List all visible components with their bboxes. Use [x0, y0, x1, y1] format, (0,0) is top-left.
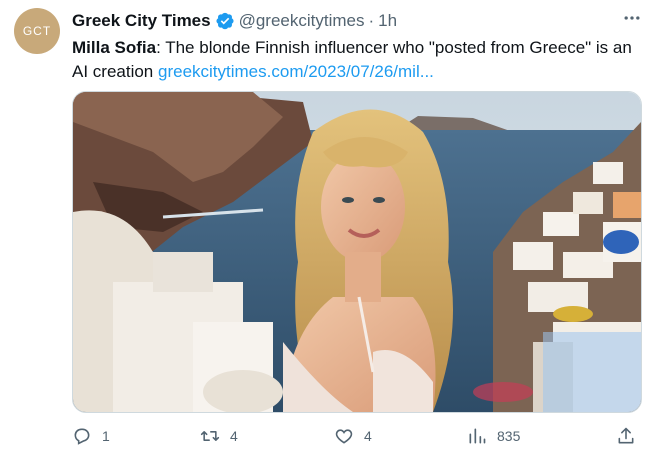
share-icon	[618, 427, 634, 444]
reply-count: 1	[102, 428, 110, 444]
like-count: 4	[364, 428, 372, 444]
tweet-link[interactable]: greekcitytimes.com/2023/07/26/mil...	[158, 62, 434, 81]
share-button[interactable]	[616, 426, 636, 446]
reply-icon	[74, 428, 90, 445]
tweet-header: Greek City Times @greekcitytimes · 1h	[72, 10, 630, 32]
timestamp[interactable]: 1h	[378, 11, 397, 31]
avatar[interactable]: GCT	[14, 8, 60, 54]
views-button[interactable]: 835	[467, 426, 520, 446]
verified-badge-icon	[215, 11, 235, 31]
retweet-count: 4	[230, 428, 238, 444]
avatar-logo-text: GCT	[22, 24, 52, 38]
retweet-button[interactable]: 4	[200, 426, 238, 446]
display-name[interactable]: Greek City Times	[72, 11, 211, 31]
tweet[interactable]: GCT Greek City Times @greekcitytimes · 1…	[0, 0, 650, 457]
like-button[interactable]: 4	[334, 426, 372, 446]
separator: ·	[368, 11, 375, 30]
tweet-text: Milla Sofia: The blonde Finnish influenc…	[72, 36, 642, 84]
handle[interactable]: @greekcitytimes	[239, 11, 365, 31]
tweet-bold-name: Milla Sofia	[72, 38, 157, 57]
retweet-icon	[200, 431, 220, 441]
like-icon	[335, 429, 353, 444]
action-bar: 1 4 4 835	[72, 422, 640, 450]
views-icon	[469, 428, 486, 444]
view-count: 835	[497, 428, 521, 444]
tweet-photo[interactable]	[72, 91, 642, 413]
reply-button[interactable]: 1	[72, 426, 110, 446]
more-options-icon[interactable]	[620, 6, 644, 30]
